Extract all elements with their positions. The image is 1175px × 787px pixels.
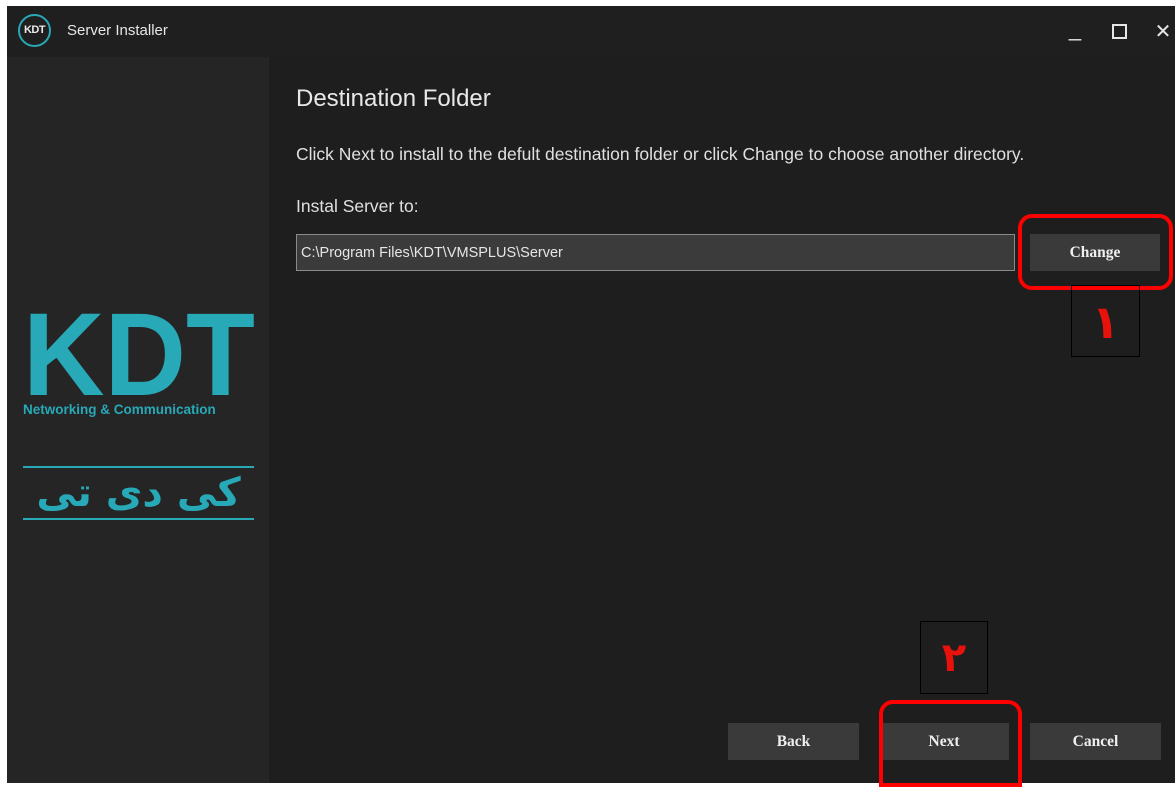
- back-button[interactable]: Back: [728, 723, 859, 760]
- maximize-icon: [1111, 24, 1127, 39]
- brand-tagline: Networking & Communication: [23, 402, 216, 417]
- kdt-logo-icon: KDT: [23, 301, 255, 401]
- install-path-label: Instal Server to:: [296, 196, 419, 216]
- step-1-marker: ١: [1071, 285, 1140, 357]
- install-path-input[interactable]: [296, 234, 1015, 271]
- page-title: Destination Folder: [296, 85, 491, 112]
- step-2-marker: ٢: [920, 621, 988, 694]
- sidebar-brand-panel: KDT Networking & Communication کی دی تی: [7, 57, 269, 783]
- window-title: Server Installer: [67, 22, 168, 39]
- installer-window: KDT Server Installer _ ✕ KDT Networking …: [7, 6, 1175, 783]
- change-button-highlight: [1018, 214, 1173, 290]
- main-content: Destination Folder Click Next to install…: [269, 57, 1175, 783]
- brand-divider-top: [23, 466, 254, 468]
- app-logo-icon: KDT: [18, 14, 51, 47]
- instruction-text: Click Next to install to the defult dest…: [296, 144, 1025, 164]
- minimize-button[interactable]: _: [1053, 6, 1097, 57]
- cancel-button[interactable]: Cancel: [1030, 723, 1161, 760]
- brand-divider-bottom: [23, 518, 254, 520]
- minimize-icon: _: [1068, 15, 1082, 41]
- close-icon: ✕: [1154, 21, 1172, 43]
- maximize-button[interactable]: [1097, 6, 1141, 57]
- brand-arabic-name: کی دی تی: [36, 470, 241, 516]
- kdt-wordmark: KDT: [23, 301, 255, 401]
- next-button-highlight: [879, 700, 1022, 787]
- title-bar: KDT Server Installer _ ✕: [7, 6, 1175, 57]
- close-button[interactable]: ✕: [1141, 6, 1175, 57]
